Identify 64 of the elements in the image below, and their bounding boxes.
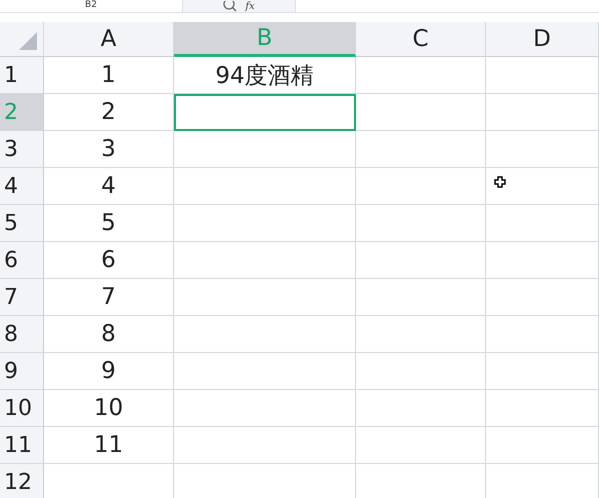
empty-cell[interactable] — [486, 390, 599, 427]
column-header[interactable]: C — [356, 22, 486, 57]
empty-cell[interactable] — [486, 353, 599, 390]
row-header[interactable]: 12 — [0, 464, 44, 498]
empty-cell[interactable] — [486, 316, 599, 353]
row-header[interactable]: 10 — [0, 390, 44, 427]
empty-cell[interactable] — [174, 279, 356, 316]
empty-cell[interactable] — [356, 242, 486, 279]
table-cell[interactable]: 94度酒精 — [174, 57, 356, 94]
table-cell[interactable]: 2 — [44, 94, 174, 131]
column-header[interactable]: D — [486, 22, 599, 57]
select-all-corner[interactable] — [0, 22, 44, 57]
row-header[interactable]: 6 — [0, 242, 44, 279]
corner-triangle-icon — [19, 32, 37, 50]
cross-cursor-icon — [494, 176, 507, 189]
empty-cell[interactable] — [486, 57, 599, 94]
table-cell[interactable]: 7 — [44, 279, 174, 316]
empty-cell[interactable] — [486, 168, 599, 205]
empty-cell[interactable] — [486, 242, 599, 279]
table-cell[interactable]: 3 — [44, 131, 174, 168]
empty-cell[interactable] — [174, 168, 356, 205]
table-cell[interactable]: 10 — [44, 390, 174, 427]
table-cell[interactable]: 11 — [44, 427, 174, 464]
table-cell[interactable]: 1 — [44, 57, 174, 94]
active-cell[interactable] — [174, 94, 356, 131]
function-label[interactable]: fx — [245, 0, 255, 12]
empty-cell[interactable] — [486, 131, 599, 168]
empty-cell[interactable] — [174, 316, 356, 353]
empty-cell[interactable] — [174, 205, 356, 242]
column-header[interactable]: A — [44, 22, 174, 57]
empty-cell[interactable] — [486, 94, 599, 131]
empty-cell[interactable] — [356, 131, 486, 168]
table-cell[interactable]: 4 — [44, 168, 174, 205]
row-header[interactable]: 8 — [0, 316, 44, 353]
empty-cell[interactable] — [356, 390, 486, 427]
name-box[interactable]: B2 — [0, 0, 183, 12]
empty-cell[interactable] — [356, 353, 486, 390]
empty-cell[interactable] — [174, 242, 356, 279]
empty-cell[interactable] — [356, 316, 486, 353]
row-header[interactable]: 5 — [0, 205, 44, 242]
empty-cell[interactable] — [174, 427, 356, 464]
empty-cell[interactable] — [174, 390, 356, 427]
row-header[interactable]: 1 — [0, 57, 44, 94]
empty-cell[interactable] — [486, 427, 599, 464]
row-header[interactable]: 11 — [0, 427, 44, 464]
empty-cell[interactable] — [356, 57, 486, 94]
empty-cell[interactable] — [356, 427, 486, 464]
empty-cell[interactable] — [174, 353, 356, 390]
row-header[interactable]: 4 — [0, 168, 44, 205]
empty-cell[interactable] — [356, 94, 486, 131]
table-cell[interactable]: 5 — [44, 205, 174, 242]
empty-cell[interactable] — [356, 279, 486, 316]
search-icon[interactable] — [223, 0, 238, 12]
row-header[interactable]: 3 — [0, 131, 44, 168]
empty-cell[interactable] — [174, 131, 356, 168]
empty-cell[interactable] — [356, 205, 486, 242]
table-cell[interactable]: 6 — [44, 242, 174, 279]
table-cell[interactable]: 9 — [44, 353, 174, 390]
empty-cell[interactable] — [486, 279, 599, 316]
row-header[interactable]: 9 — [0, 353, 44, 390]
row-header[interactable]: 7 — [0, 279, 44, 316]
table-cell[interactable]: 8 — [44, 316, 174, 353]
empty-cell[interactable] — [486, 205, 599, 242]
formula-field[interactable] — [295, 0, 599, 12]
